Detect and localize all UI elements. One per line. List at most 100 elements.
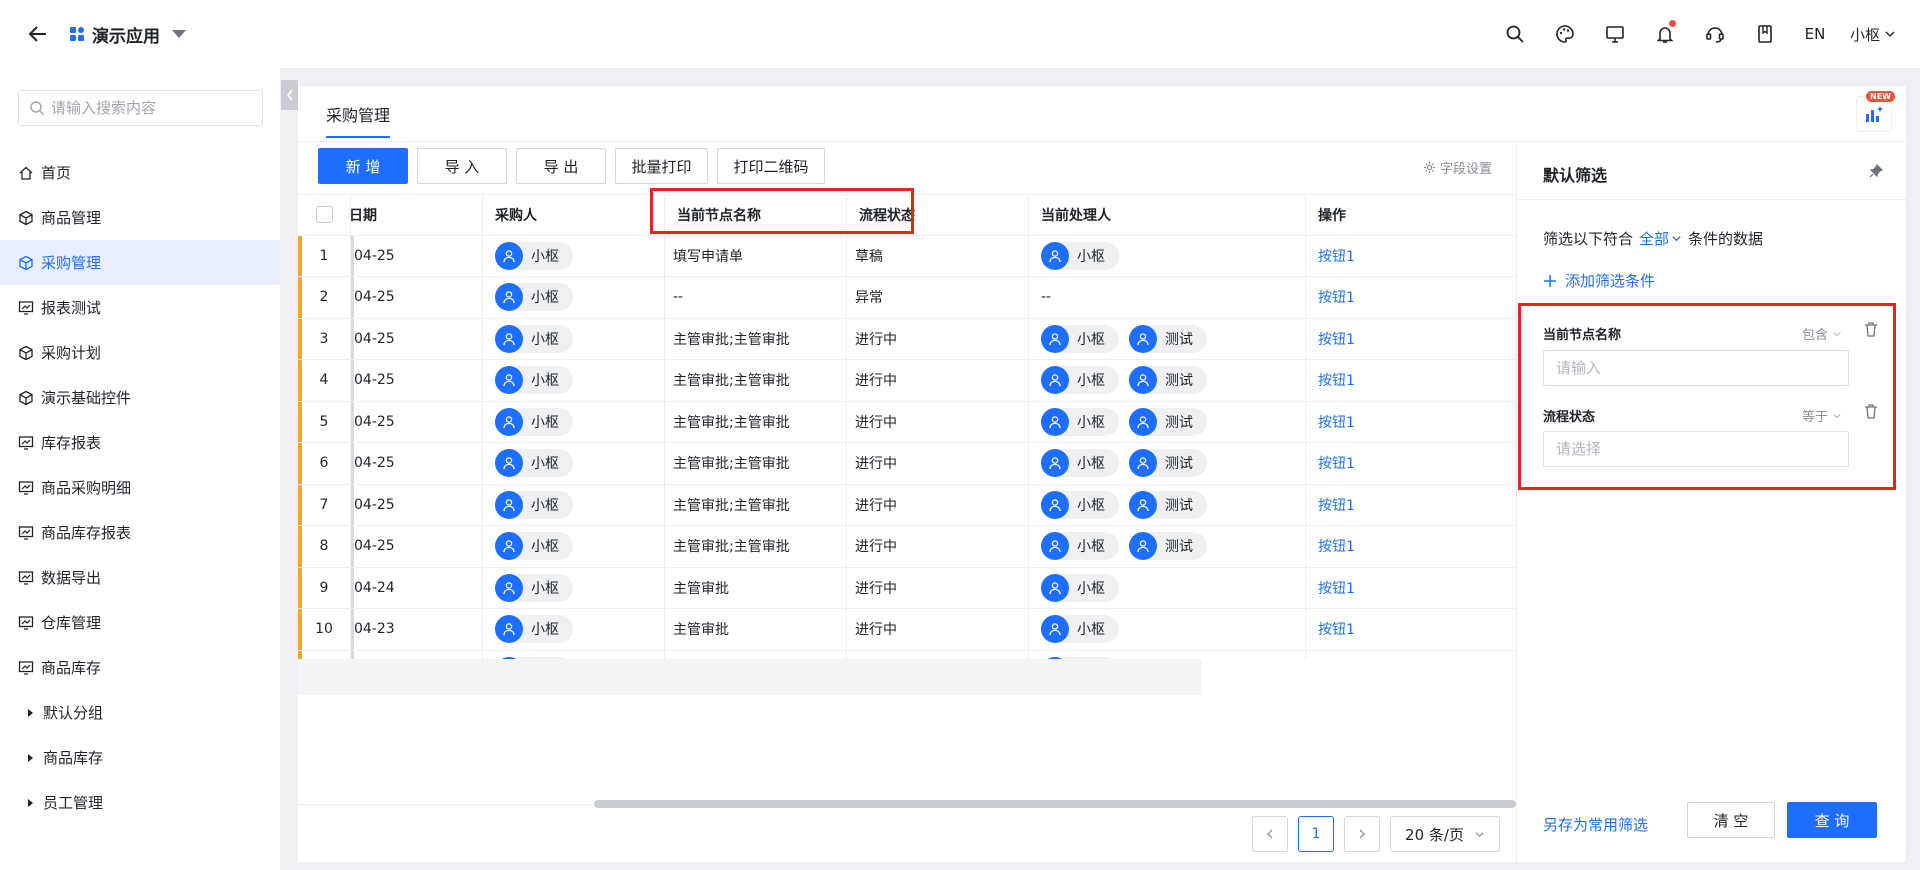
monitor-icon[interactable] — [1590, 16, 1640, 52]
sidebar-item-data-export[interactable]: 数据导出 — [0, 555, 280, 600]
cell-node: 主管审批 — [665, 609, 847, 650]
table-row[interactable]: 3 04-25 小枢 主管审批;主管审批 进行中 小枢 测试 按钮1 — [298, 318, 1515, 360]
row-action-button[interactable]: 按钮1 — [1318, 370, 1355, 390]
page-size-select[interactable]: 20 条/页 — [1390, 816, 1500, 852]
filter-operator-status[interactable]: 等于 — [1802, 406, 1842, 425]
sidebar-item-product-inventory-report[interactable]: 商品库存报表 — [0, 510, 280, 555]
column-header-date[interactable]: 日期 — [351, 195, 483, 235]
headset-icon[interactable] — [1690, 16, 1740, 52]
sidebar-group-default[interactable]: 默认分组 — [0, 690, 280, 735]
user-chip-name: 小枢 — [531, 539, 559, 556]
user-chip: 测试 — [1129, 490, 1207, 519]
query-button[interactable]: 查 询 — [1787, 802, 1877, 838]
sidebar-item-purchase-detail[interactable]: 商品采购明细 — [0, 465, 280, 510]
next-page-button[interactable] — [1344, 816, 1380, 852]
avatar — [495, 573, 523, 602]
batch-print-button[interactable]: 批量打印 — [615, 148, 708, 184]
export-button[interactable]: 导 出 — [516, 148, 606, 184]
table-row[interactable]: 7 04-25 小枢 主管审批;主管审批 进行中 小枢 测试 按钮1 — [298, 484, 1515, 526]
sidebar-item-demo-controls[interactable]: 演示基础控件 — [0, 375, 280, 420]
sidebar-item-report-test[interactable]: 报表测试 — [0, 285, 280, 330]
sidebar-item-home[interactable]: 首页 — [0, 150, 280, 195]
table-row[interactable]: 6 04-25 小枢 主管审批;主管审批 进行中 小枢 测试 按钮1 — [298, 443, 1515, 485]
home-icon — [19, 166, 33, 180]
filter-footer: 另存为常用筛选 清 空 查 询 — [1517, 792, 1907, 862]
row-action-button[interactable]: 按钮1 — [1318, 412, 1355, 432]
cell-status-text: 进行中 — [855, 331, 897, 348]
sidebar-item-purchase-management[interactable]: 采购管理 — [0, 240, 280, 285]
prev-page-button[interactable] — [1252, 816, 1288, 852]
pin-icon[interactable] — [1869, 163, 1884, 182]
import-button[interactable]: 导 入 — [417, 148, 507, 184]
user-icon — [1137, 499, 1149, 511]
row-action-button[interactable]: 按钮1 — [1318, 495, 1355, 515]
tab-purchase-management[interactable]: 采购管理 — [326, 102, 391, 138]
user-icon — [1137, 540, 1149, 553]
sidebar-collapse-button[interactable] — [281, 80, 298, 110]
table-row[interactable]: 4 04-25 小枢 主管审批;主管审批 进行中 小枢 测试 按钮1 — [298, 360, 1515, 402]
sidebar-item-warehouse-management[interactable]: 仓库管理 — [0, 600, 280, 645]
filter-select-status[interactable] — [1543, 431, 1849, 467]
cell-status-text: 进行中 — [855, 497, 897, 514]
delete-condition-icon[interactable] — [1864, 322, 1878, 341]
column-header-actions[interactable]: 操作 — [1306, 195, 1515, 235]
add-button[interactable]: 新 增 — [318, 148, 408, 184]
row-action-button[interactable]: 按钮1 — [1318, 329, 1355, 349]
filter-operator-node[interactable]: 包含 — [1802, 324, 1842, 343]
sidebar-search[interactable] — [18, 90, 263, 126]
analytics-icon[interactable]: NEW — [1856, 91, 1895, 132]
table-row[interactable]: 8 04-25 小枢 主管审批;主管审批 进行中 小枢 测试 按钮1 — [298, 526, 1515, 568]
book-icon[interactable] — [1740, 16, 1790, 52]
sidebar-item-product-management[interactable]: 商品管理 — [0, 195, 280, 240]
sidebar-menu: 首页 商品管理 采购管理 报表测试 采购计划 演示基础控件 库存报表 商品采购明… — [0, 150, 280, 825]
cell-actions: 按钮1 — [1306, 526, 1515, 567]
filter-match-select[interactable]: 全部 — [1639, 228, 1682, 249]
bell-icon[interactable] — [1640, 16, 1690, 52]
filter-input-node[interactable] — [1543, 350, 1849, 386]
sidebar-group-product-inventory[interactable]: 商品库存 — [0, 735, 280, 780]
user-menu[interactable]: 小枢 — [1850, 24, 1896, 45]
palette-icon[interactable] — [1540, 16, 1590, 52]
column-header-status[interactable]: 流程状态 — [847, 195, 1029, 235]
horizontal-scrollbar[interactable] — [594, 800, 1516, 808]
app-switcher[interactable]: 演示应用 — [70, 20, 186, 48]
cell-status-text: 进行中 — [855, 622, 897, 639]
page-number[interactable]: 1 — [1298, 816, 1334, 852]
column-header-buyer[interactable]: 采购人 — [483, 195, 665, 235]
sidebar-group-staff-management[interactable]: 员工管理 — [0, 780, 280, 825]
row-action-button[interactable]: 按钮1 — [1318, 536, 1355, 556]
sidebar-item-purchase-plan[interactable]: 采购计划 — [0, 330, 280, 375]
row-action-button[interactable]: 按钮1 — [1318, 619, 1355, 639]
row-index: 9 — [298, 567, 351, 608]
sidebar-item-product-inventory[interactable]: 商品库存 — [0, 645, 280, 690]
table-row[interactable]: 10 04-23 小枢 主管审批 进行中 小枢 按钮1 — [298, 609, 1515, 651]
row-action-button[interactable]: 按钮1 — [1318, 578, 1355, 598]
table-row[interactable]: 1104-23小枢主管审批进行中小枢按钮1 — [298, 650, 1515, 659]
save-common-filter-link[interactable]: 另存为常用筛选 — [1543, 814, 1648, 835]
column-header-handler[interactable]: 当前处理人 — [1029, 195, 1306, 235]
caret-right-icon — [28, 708, 33, 717]
row-index-label: 1 — [319, 247, 329, 264]
search-icon[interactable] — [1490, 16, 1540, 52]
select-all-checkbox[interactable] — [315, 206, 333, 224]
delete-condition-icon[interactable] — [1864, 404, 1878, 423]
field-settings-button[interactable]: 字段设置 — [1423, 158, 1492, 177]
cell-date: 04-24 — [351, 567, 483, 608]
sidebar-search-input[interactable] — [51, 99, 251, 117]
column-header-node[interactable]: 当前节点名称 — [665, 195, 847, 235]
table-row[interactable]: 2 04-25 小枢 -- 异常 -- 按钮1 — [298, 277, 1515, 319]
print-qrcode-button[interactable]: 打印二维码 — [717, 148, 825, 184]
row-action-button[interactable]: 按钮1 — [1318, 246, 1355, 266]
row-action-button[interactable]: 按钮1 — [1318, 453, 1355, 473]
clear-button[interactable]: 清 空 — [1687, 802, 1775, 838]
table-row[interactable]: 1 04-25 小枢 填写申请单 草稿 小枢 按钮1 — [298, 235, 1515, 277]
back-arrow-icon[interactable] — [24, 20, 52, 48]
table-row[interactable]: 9 04-24 小枢 主管审批 进行中 小枢 按钮1 — [298, 567, 1515, 609]
add-filter-condition-button[interactable]: 添加筛选条件 — [1543, 270, 1655, 291]
row-action-button[interactable]: 按钮1 — [1318, 287, 1355, 307]
row-index: 4 — [298, 360, 351, 401]
table-row[interactable]: 5 04-25 小枢 主管审批;主管审批 进行中 小枢 测试 按钮1 — [298, 401, 1515, 443]
avatar — [1041, 324, 1069, 353]
language-switch[interactable]: EN — [1790, 25, 1840, 43]
sidebar-item-inventory-report[interactable]: 库存报表 — [0, 420, 280, 465]
